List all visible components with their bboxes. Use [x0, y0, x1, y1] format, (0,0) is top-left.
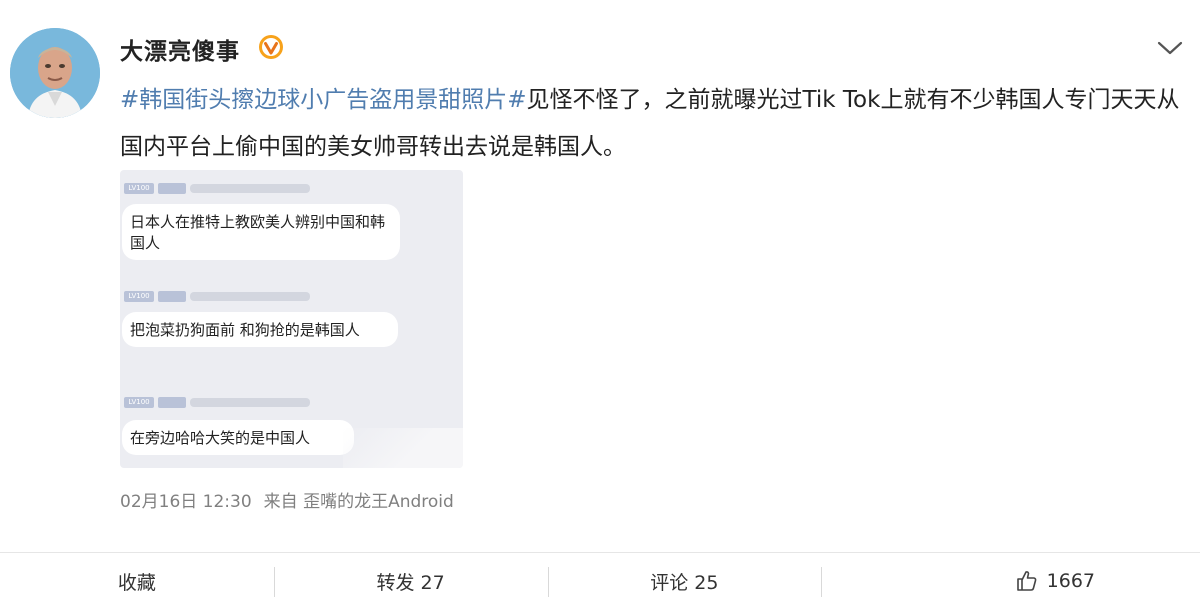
- post-timestamp[interactable]: 02月16日 12:30: [120, 487, 252, 512]
- chevron-down-icon[interactable]: [1156, 38, 1184, 58]
- chat-bubble: 日本人在推特上教欧美人辨别中国和韩国人: [122, 204, 400, 260]
- message-meta: LV100: [124, 290, 310, 302]
- comment-button[interactable]: 评论 25: [547, 553, 822, 609]
- message-meta: LV100: [124, 396, 310, 408]
- repost-label: 转发 27: [376, 571, 445, 594]
- action-bar: 收藏 转发 27 评论 25 1667: [0, 553, 1200, 609]
- image-fade: [343, 428, 463, 468]
- level-badge: LV100: [124, 182, 154, 194]
- username[interactable]: 大漂亮傻事: [120, 32, 240, 66]
- like-button[interactable]: 1667: [821, 553, 1200, 609]
- blurred-text: [190, 291, 310, 301]
- hashtag-link[interactable]: #韩国街头擦边球小广告盗用景甜照片#: [120, 87, 527, 113]
- weibo-post: 大漂亮傻事 #韩国街头擦边球小广告盗用景甜照片#见怪不怪了，之前就曝光过Tik …: [0, 0, 1200, 552]
- message-meta: LV100: [124, 182, 310, 194]
- chat-bubble: 把泡菜扔狗面前 和狗抢的是韩国人: [122, 312, 398, 347]
- post-source: 来自 歪嘴的龙王Android: [263, 492, 454, 512]
- post-meta: 02月16日 12:30 来自 歪嘴的龙王Android: [120, 487, 454, 512]
- verified-badge-icon: [259, 35, 283, 59]
- blurred-name: [158, 396, 186, 408]
- chat-bubble: 在旁边哈哈大笑的是中国人: [122, 420, 354, 455]
- level-badge: LV100: [124, 290, 154, 302]
- comment-label: 评论 25: [650, 571, 719, 594]
- blurred-text: [190, 397, 310, 407]
- blurred-name: [158, 290, 186, 302]
- like-count: 1667: [1046, 570, 1095, 592]
- favorite-button[interactable]: 收藏: [0, 553, 274, 609]
- avatar[interactable]: [10, 28, 100, 118]
- favorite-label: 收藏: [117, 571, 156, 594]
- thumbs-up-icon: [1016, 571, 1037, 591]
- repost-button[interactable]: 转发 27: [273, 553, 548, 609]
- blurred-text: [190, 183, 310, 193]
- blurred-name: [158, 182, 186, 194]
- post-text: #韩国街头擦边球小广告盗用景甜照片#见怪不怪了，之前就曝光过Tik Tok上就有…: [120, 77, 1180, 171]
- embedded-image[interactable]: LV100 日本人在推特上教欧美人辨别中国和韩国人 LV100 把泡菜扔狗面前 …: [120, 170, 463, 468]
- level-badge: LV100: [124, 396, 154, 408]
